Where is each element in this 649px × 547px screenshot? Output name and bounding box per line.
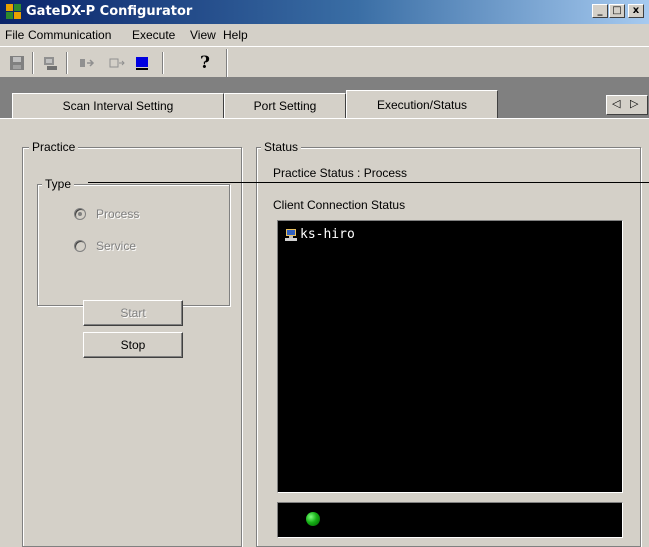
client-name: ks-hiro <box>300 227 355 242</box>
radio-process[interactable]: Process <box>74 207 139 221</box>
toolbar-separator <box>32 52 34 74</box>
computer-icon <box>285 228 297 241</box>
radio-process-label: Process <box>96 207 140 221</box>
client-connection-status-label: Client Connection Status <box>273 198 406 212</box>
maximize-button[interactable]: □ <box>609 4 625 18</box>
client-list[interactable]: ks-hiro <box>277 220 623 493</box>
status-led-icon <box>306 512 320 526</box>
practice-group: Practice Type Process Service Start Stop <box>22 140 242 547</box>
radio-service-label: Service <box>96 239 137 253</box>
window-title: GateDX-P Configurator <box>26 4 193 19</box>
close-button[interactable]: x <box>628 4 644 18</box>
connect-icon[interactable] <box>40 53 62 73</box>
radio-process-indicator <box>74 208 86 220</box>
tab-port-setting[interactable]: Port Setting <box>224 93 346 118</box>
tab-scan-interval-setting[interactable]: Scan Interval Setting <box>12 93 224 118</box>
monitor-icon[interactable] <box>106 53 128 73</box>
tab-execution-status[interactable]: Execution/Status <box>346 90 498 119</box>
start-button[interactable]: Start <box>83 300 183 326</box>
menu-bar: File Communication Execute View Help <box>0 24 649 46</box>
tab-scroll-buttons: ◁ ▷ <box>606 95 648 115</box>
toolbar-separator <box>162 52 164 74</box>
tab-strip: Scan Interval Setting Port Setting Execu… <box>0 78 649 119</box>
horizontal-line <box>88 182 649 183</box>
toolbar: ? <box>0 46 649 78</box>
menu-view[interactable]: View <box>190 28 216 42</box>
status-group-title: Status <box>261 140 302 154</box>
tab-scroll-left-icon[interactable]: ◁ <box>612 97 620 110</box>
type-group: Type Process Service <box>37 177 230 306</box>
transfer-icon[interactable] <box>76 53 98 73</box>
minimize-button[interactable]: _ <box>592 4 608 18</box>
client-list-item[interactable]: ks-hiro <box>284 227 355 242</box>
title-bar: GateDX-P Configurator _ □ x <box>0 0 649 24</box>
stop-button[interactable]: Stop <box>83 332 183 358</box>
type-group-title: Type <box>42 177 75 191</box>
practice-status-text: Practice Status : Process <box>273 166 408 180</box>
radio-service[interactable]: Service <box>74 239 136 253</box>
status-group: Status Practice Status : Process Client … <box>256 140 641 547</box>
radio-service-indicator <box>74 240 86 252</box>
menu-communication[interactable]: Communication <box>28 28 111 42</box>
help-icon[interactable]: ? <box>194 53 216 73</box>
blue-square-icon[interactable] <box>131 53 153 73</box>
menu-help[interactable]: Help <box>223 28 248 42</box>
app-icon <box>6 4 22 20</box>
status-indicator-panel <box>277 502 623 538</box>
toolbar-separator <box>66 52 68 74</box>
save-icon[interactable] <box>6 53 28 73</box>
toolbar-end-separator <box>226 49 228 77</box>
practice-group-title: Practice <box>29 140 79 154</box>
menu-file[interactable]: File <box>5 28 24 42</box>
menu-execute[interactable]: Execute <box>132 28 175 42</box>
tab-scroll-right-icon[interactable]: ▷ <box>630 97 638 110</box>
